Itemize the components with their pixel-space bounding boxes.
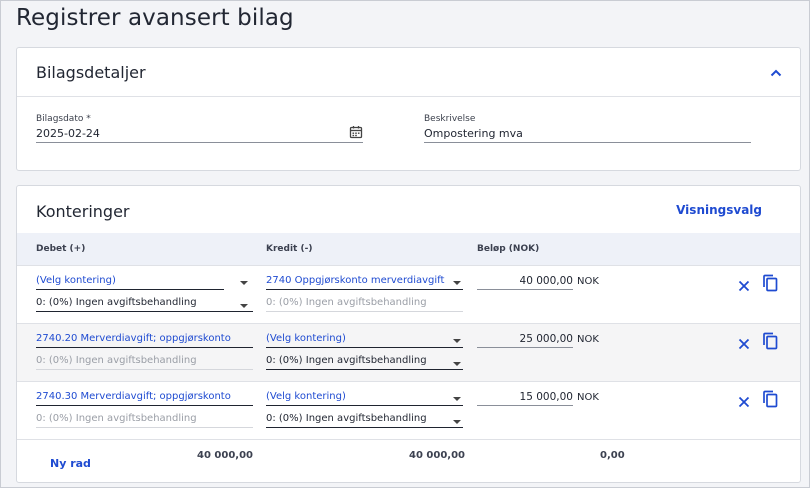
page-title: Registrer avansert bilag [16, 5, 294, 31]
konteringer-card: Konteringer Visningsvalg Debet (+) Kredi… [16, 185, 801, 483]
details-title: Bilagsdetaljer [36, 63, 146, 82]
currency-label: NOK [577, 392, 599, 403]
view-options-button[interactable]: Visningsvalg [676, 203, 762, 217]
debet-total: 40 000,00 [197, 450, 253, 461]
currency-label: NOK [577, 334, 599, 345]
caret-down-icon[interactable] [453, 281, 461, 285]
date-input[interactable]: 2025-02-24 [36, 127, 363, 143]
debet-account-select[interactable]: 2740.30 Merverdiavgift; oppgjørskonto [36, 389, 253, 406]
close-icon[interactable] [738, 393, 750, 412]
header-kredit: Kredit (-) [266, 244, 313, 254]
debet-account-select[interactable]: (Velg kontering) [36, 273, 224, 290]
kredit-vat-select[interactable]: 0: (0%) Ingen avgiftsbehandling [266, 353, 463, 370]
kredit-total: 40 000,00 [409, 450, 465, 461]
add-row-button[interactable]: Ny rad [50, 457, 91, 470]
description-field[interactable]: Beskrivelse Ompostering mva [424, 114, 751, 143]
caret-down-icon[interactable] [240, 281, 248, 285]
table-footer: Ny rad 40 000,00 40 000,00 0,00 [17, 442, 800, 482]
debet-vat-select: 0: (0%) Ingen avgiftsbehandling [36, 411, 253, 428]
amount-input[interactable]: 40 000,00 [477, 273, 573, 290]
description-label: Beskrivelse [424, 114, 476, 124]
table-row: (Velg kontering) 0: (0%) Ingen avgiftsbe… [17, 266, 800, 324]
kredit-vat-select: 0: (0%) Ingen avgiftsbehandling [266, 295, 463, 312]
close-icon[interactable] [738, 335, 750, 354]
close-icon[interactable] [738, 277, 750, 296]
difference-total: 0,00 [600, 450, 625, 461]
copy-icon[interactable] [762, 332, 778, 354]
kredit-account-select[interactable]: (Velg kontering) [266, 331, 463, 348]
copy-icon[interactable] [762, 274, 778, 296]
amount-input[interactable]: 15 000,00 [477, 389, 573, 406]
table-header: Debet (+) Kredit (-) Beløp (NOK) [17, 233, 800, 266]
kredit-vat-select[interactable]: 0: (0%) Ingen avgiftsbehandling [266, 411, 463, 428]
caret-down-icon[interactable] [453, 397, 461, 401]
details-card: Bilagsdetaljer Bilagsdato * 2025-02-24 B… [16, 47, 801, 171]
caret-down-icon[interactable] [453, 339, 461, 343]
date-label: Bilagsdato * [36, 114, 91, 124]
date-field[interactable]: Bilagsdato * 2025-02-24 [36, 114, 363, 143]
table-row: 2740.30 Merverdiavgift; oppgjørskonto 0:… [17, 382, 800, 440]
calendar-icon[interactable] [349, 124, 363, 143]
copy-icon[interactable] [762, 390, 778, 412]
debet-vat-select[interactable]: 0: (0%) Ingen avgiftsbehandling [36, 295, 253, 312]
header-debet: Debet (+) [36, 244, 86, 254]
amount-input[interactable]: 25 000,00 [477, 331, 573, 348]
debet-vat-select: 0: (0%) Ingen avgiftsbehandling [36, 353, 253, 370]
kredit-account-select[interactable]: 2740 Oppgjørskonto merverdiavgift [266, 273, 463, 290]
header-belop: Beløp (NOK) [477, 244, 540, 254]
caret-down-icon[interactable] [240, 304, 248, 308]
chevron-up-icon[interactable] [769, 66, 783, 80]
debet-account-select[interactable]: 2740.20 Merverdiavgift; oppgjørskonto [36, 331, 253, 348]
caret-down-icon[interactable] [453, 362, 461, 366]
description-input[interactable]: Ompostering mva [424, 127, 751, 143]
konteringer-title: Konteringer [36, 202, 130, 221]
table-row: 2740.20 Merverdiavgift; oppgjørskonto 0:… [17, 324, 800, 382]
details-header[interactable]: Bilagsdetaljer [17, 48, 800, 97]
currency-label: NOK [577, 276, 599, 287]
kredit-account-select[interactable]: (Velg kontering) [266, 389, 463, 406]
caret-down-icon[interactable] [453, 420, 461, 424]
